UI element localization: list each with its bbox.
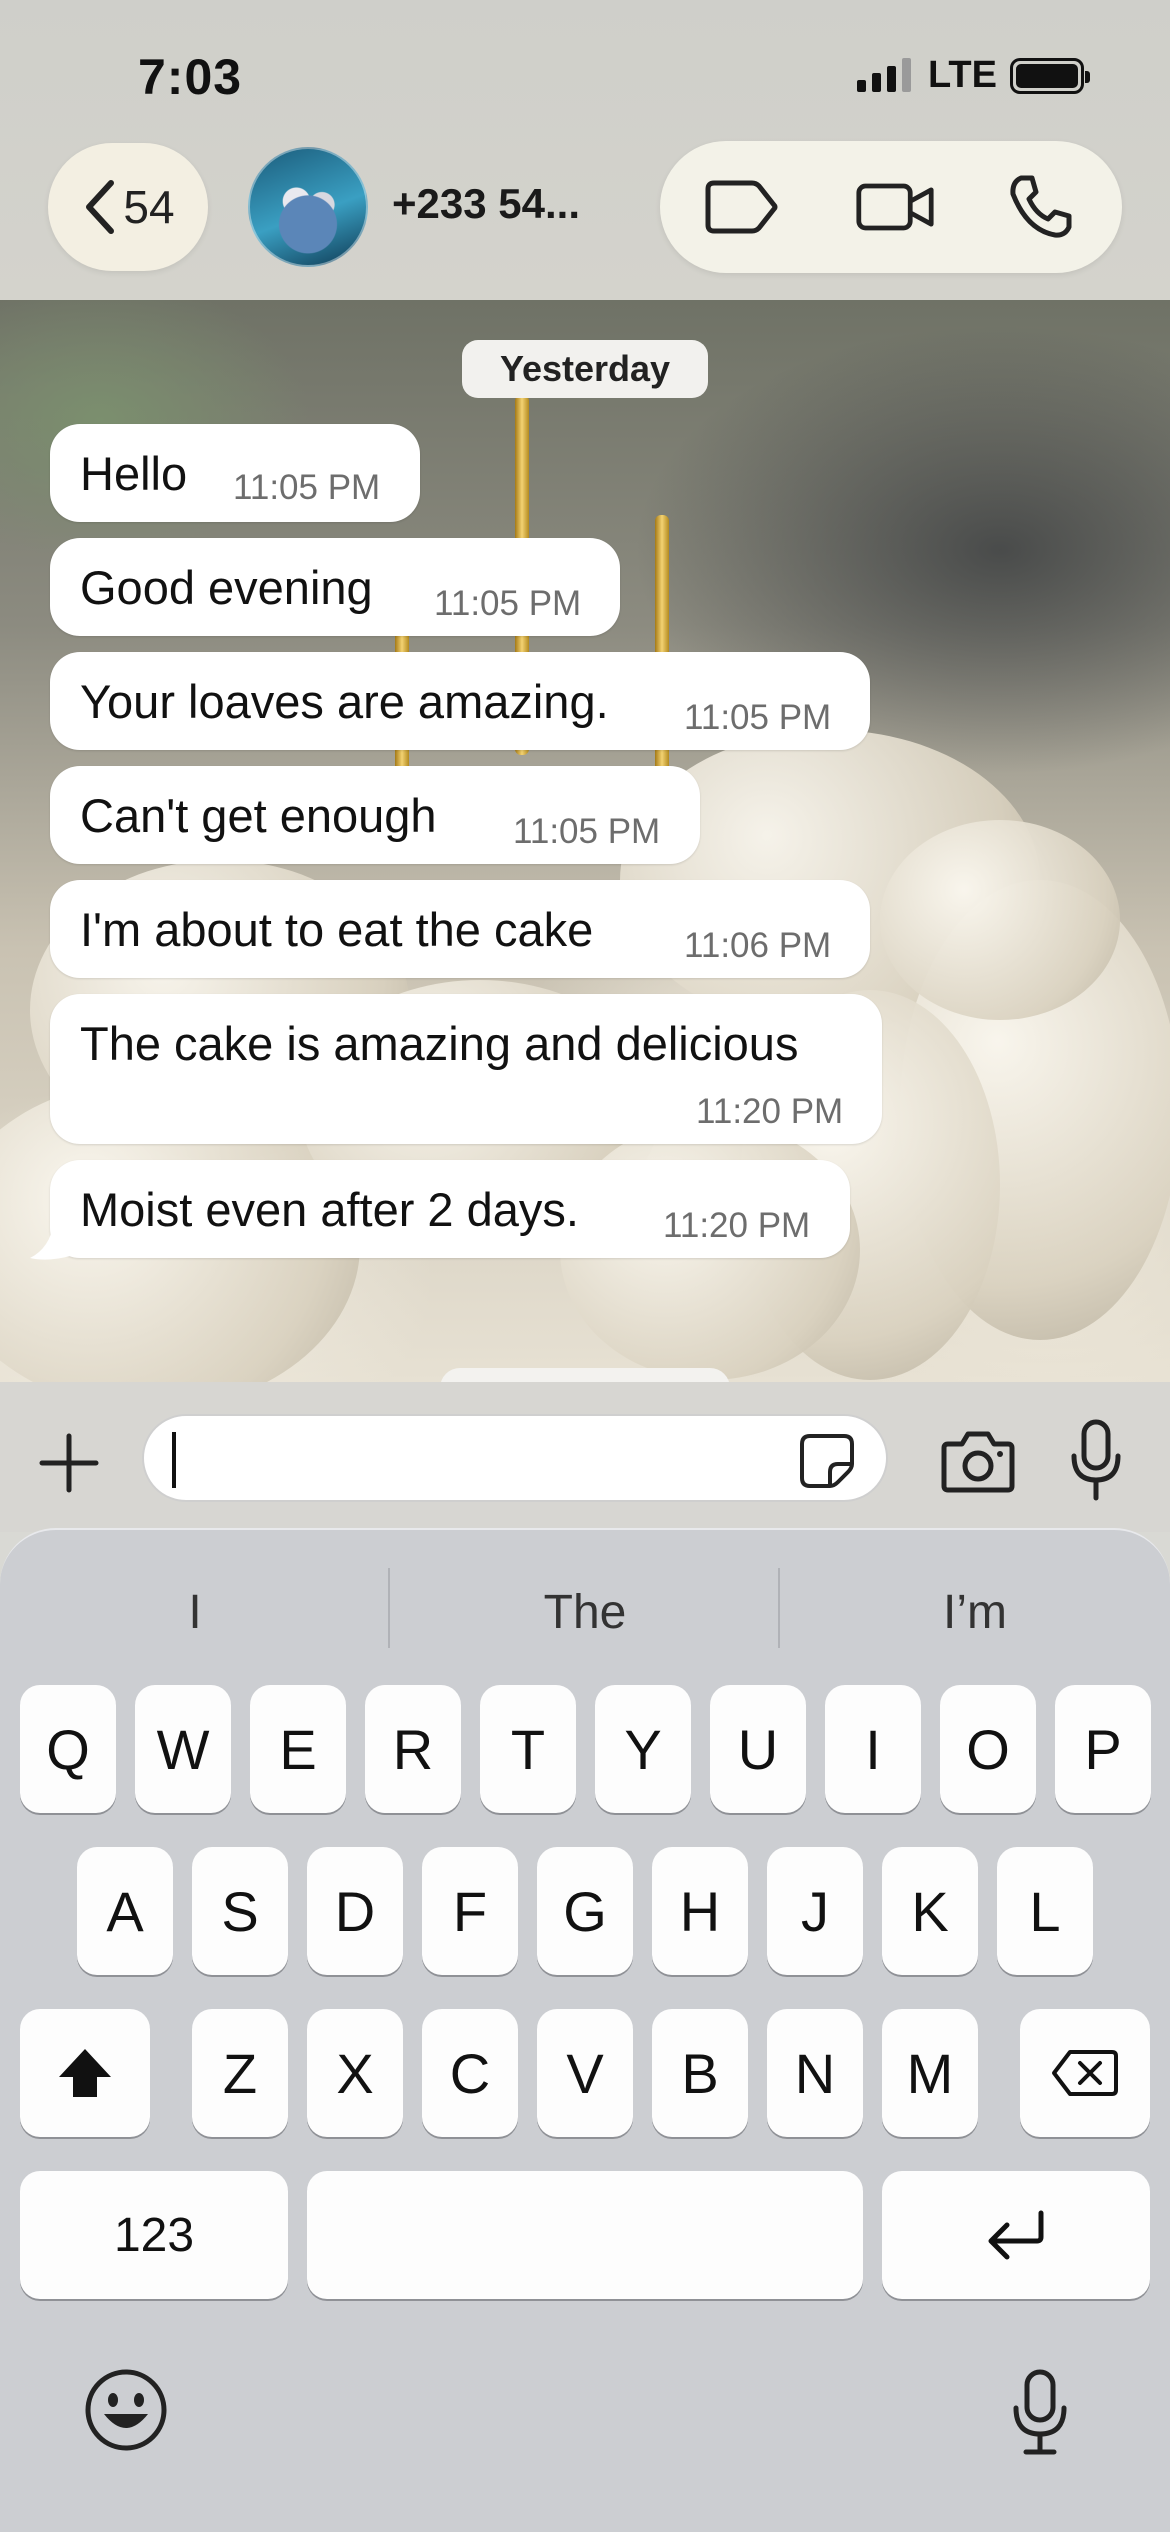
numbers-key[interactable]: 123 [20, 2171, 288, 2299]
message-time: 11:20 PM [696, 1092, 844, 1131]
shift-icon [59, 2049, 111, 2097]
key-y[interactable]: Y [595, 1685, 691, 1813]
message-bubble[interactable]: The cake is amazing and delicious 11:20 … [50, 994, 882, 1144]
return-icon [988, 2210, 1044, 2260]
message-text: Good evening [80, 561, 373, 614]
contact-avatar[interactable] [248, 147, 368, 267]
message-bubble[interactable]: I'm about to eat the cake 11:06 PM [50, 880, 870, 978]
key-m[interactable]: M [882, 2009, 978, 2137]
key-j[interactable]: J [767, 1847, 863, 1975]
message-bubble[interactable]: Can't get enough 11:05 PM [50, 766, 700, 864]
keyboard: I The I’m Q W E R T Y U I O P A S D F G … [0, 1528, 1170, 2532]
message-bubble[interactable]: Hello 11:05 PM [50, 424, 420, 522]
key-i[interactable]: I [825, 1685, 921, 1813]
suggestion-3[interactable]: I’m [780, 1562, 1170, 1662]
shift-key[interactable] [20, 2009, 150, 2137]
key-d[interactable]: D [307, 1847, 403, 1975]
message-bubble[interactable]: Good evening 11:05 PM [50, 538, 620, 636]
key-c[interactable]: C [422, 2009, 518, 2137]
message-input[interactable] [142, 1414, 888, 1502]
tag-icon [705, 180, 778, 234]
key-g[interactable]: G [537, 1847, 633, 1975]
header-actions [660, 141, 1122, 273]
delete-key[interactable] [1020, 2009, 1150, 2137]
text-caret [172, 1432, 176, 1488]
message-time: 11:05 PM [684, 698, 832, 737]
chat-header: 7:03 LTE 54 +233 54... [0, 0, 1170, 300]
video-call-button[interactable] [855, 171, 935, 243]
bubble-tail [30, 1222, 70, 1260]
suggestion-2[interactable]: The [390, 1562, 780, 1662]
camera-icon[interactable] [940, 1428, 1016, 1494]
key-q[interactable]: Q [20, 1685, 116, 1813]
key-l[interactable]: L [997, 1847, 1093, 1975]
signal-strength-icon [857, 56, 911, 92]
message-text: Your loaves are amazing. [80, 675, 609, 728]
battery-icon [1010, 58, 1090, 94]
network-type: LTE [928, 54, 997, 96]
message-text: The cake is amazing and delicious [80, 1017, 799, 1070]
key-t[interactable]: T [480, 1685, 576, 1813]
key-n[interactable]: N [767, 2009, 863, 2137]
dictation-mic-icon[interactable] [1010, 2368, 1070, 2456]
key-p[interactable]: P [1055, 1685, 1151, 1813]
message-time: 11:20 PM [663, 1206, 811, 1245]
message-text: Moist even after 2 days. [80, 1183, 579, 1236]
label-button[interactable] [700, 171, 780, 243]
key-k[interactable]: K [882, 1847, 978, 1975]
space-key[interactable] [307, 2171, 863, 2299]
key-h[interactable]: H [652, 1847, 748, 1975]
status-time: 7:03 [138, 49, 243, 105]
key-r[interactable]: R [365, 1685, 461, 1813]
sticker-icon[interactable] [798, 1432, 856, 1490]
back-button[interactable]: 54 [48, 143, 208, 271]
backspace-icon [1052, 2050, 1118, 2096]
chevron-left-icon [86, 180, 115, 234]
key-s[interactable]: S [192, 1847, 288, 1975]
return-key[interactable] [882, 2171, 1150, 2299]
microphone-icon[interactable] [1068, 1418, 1124, 1502]
suggestion-1[interactable]: I [0, 1562, 390, 1662]
message-time: 11:05 PM [513, 812, 661, 851]
key-w[interactable]: W [135, 1685, 231, 1813]
date-separator: Yesterday [462, 340, 708, 398]
key-b[interactable]: B [652, 2009, 748, 2137]
contact-name[interactable]: +233 54... [392, 180, 580, 228]
video-call-icon [856, 183, 934, 231]
emoji-icon[interactable] [84, 2368, 168, 2452]
unread-count: 54 [123, 181, 175, 233]
phone-icon [1010, 175, 1072, 238]
message-bubble[interactable]: Moist even after 2 days. 11:20 PM [50, 1160, 850, 1258]
message-text: Can't get enough [80, 789, 437, 842]
message-time: 11:06 PM [684, 926, 832, 965]
key-f[interactable]: F [422, 1847, 518, 1975]
key-z[interactable]: Z [192, 2009, 288, 2137]
message-time: 11:05 PM [434, 584, 582, 623]
key-v[interactable]: V [537, 2009, 633, 2137]
composer-bar [0, 1382, 1170, 1532]
message-text: I'm about to eat the cake [80, 903, 594, 956]
message-bubble[interactable]: Your loaves are amazing. 11:05 PM [50, 652, 870, 750]
key-a[interactable]: A [77, 1847, 173, 1975]
message-time: 11:05 PM [233, 468, 381, 507]
key-u[interactable]: U [710, 1685, 806, 1813]
voice-call-button[interactable] [1000, 171, 1080, 243]
key-o[interactable]: O [940, 1685, 1036, 1813]
plus-icon[interactable] [38, 1432, 100, 1494]
message-text: Hello [80, 447, 188, 500]
key-e[interactable]: E [250, 1685, 346, 1813]
key-x[interactable]: X [307, 2009, 403, 2137]
